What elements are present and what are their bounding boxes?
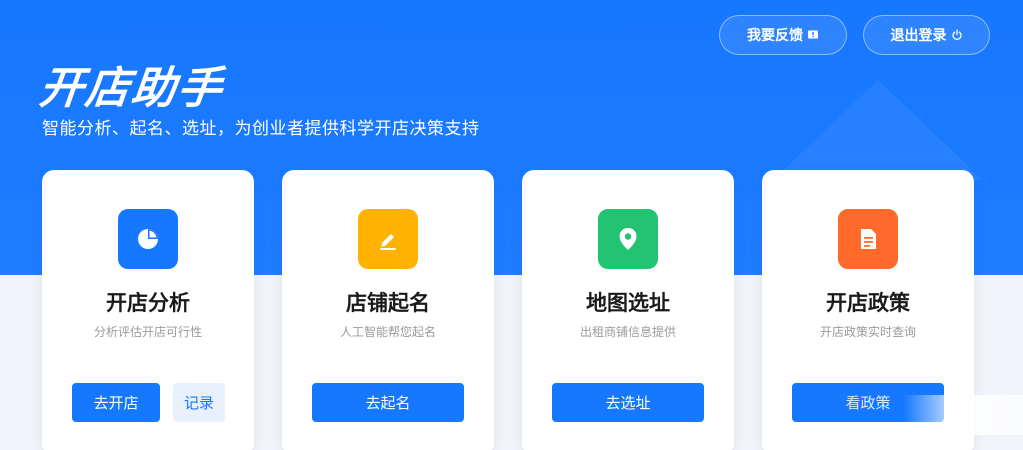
- card-icon-tile: [838, 209, 898, 269]
- go-location-button[interactable]: 去选址: [552, 383, 704, 422]
- feedback-label: 我要反馈: [747, 28, 803, 44]
- card-icon-tile: [598, 209, 658, 269]
- card-title: 店铺起名: [346, 291, 430, 315]
- records-button[interactable]: 记录: [173, 383, 225, 422]
- logout-button[interactable]: 退出登录: [863, 15, 990, 55]
- feedback-button[interactable]: 我要反馈: [719, 15, 847, 55]
- power-icon: [951, 29, 962, 41]
- page-title: 开店助手: [36, 63, 227, 114]
- feedback-icon: [808, 30, 818, 39]
- card-title: 开店政策: [826, 291, 910, 315]
- open-store-button[interactable]: 去开店: [72, 383, 160, 422]
- location-pin-icon: [619, 228, 637, 250]
- logout-label: 退出登录: [890, 28, 947, 44]
- watermark-overlay: [903, 395, 1023, 435]
- card-icon-tile: [118, 209, 178, 269]
- card-description: 出租商铺信息提供: [579, 325, 676, 339]
- card-icon-tile: [358, 209, 418, 269]
- page-subtitle: 智能分析、起名、选址，为创业者提供科学开店决策支持: [42, 119, 480, 139]
- card-title: 开店分析: [106, 291, 190, 315]
- pie-chart-icon: [138, 229, 158, 249]
- document-icon: [861, 229, 876, 249]
- pencil-icon: [380, 234, 396, 250]
- card-description: 人工智能帮您起名: [339, 325, 436, 339]
- card-store-naming: 店铺起名 人工智能帮您起名 去起名: [282, 170, 494, 450]
- card-title: 地图选址: [586, 291, 670, 315]
- card-description: 分析评估开店可行性: [93, 325, 202, 339]
- go-naming-button[interactable]: 去起名: [312, 383, 464, 422]
- card-store-analysis: 开店分析 分析评估开店可行性 去开店 记录: [42, 170, 254, 450]
- card-map-location: 地图选址 出租商铺信息提供 去选址: [522, 170, 734, 450]
- card-description: 开店政策实时查询: [819, 325, 916, 339]
